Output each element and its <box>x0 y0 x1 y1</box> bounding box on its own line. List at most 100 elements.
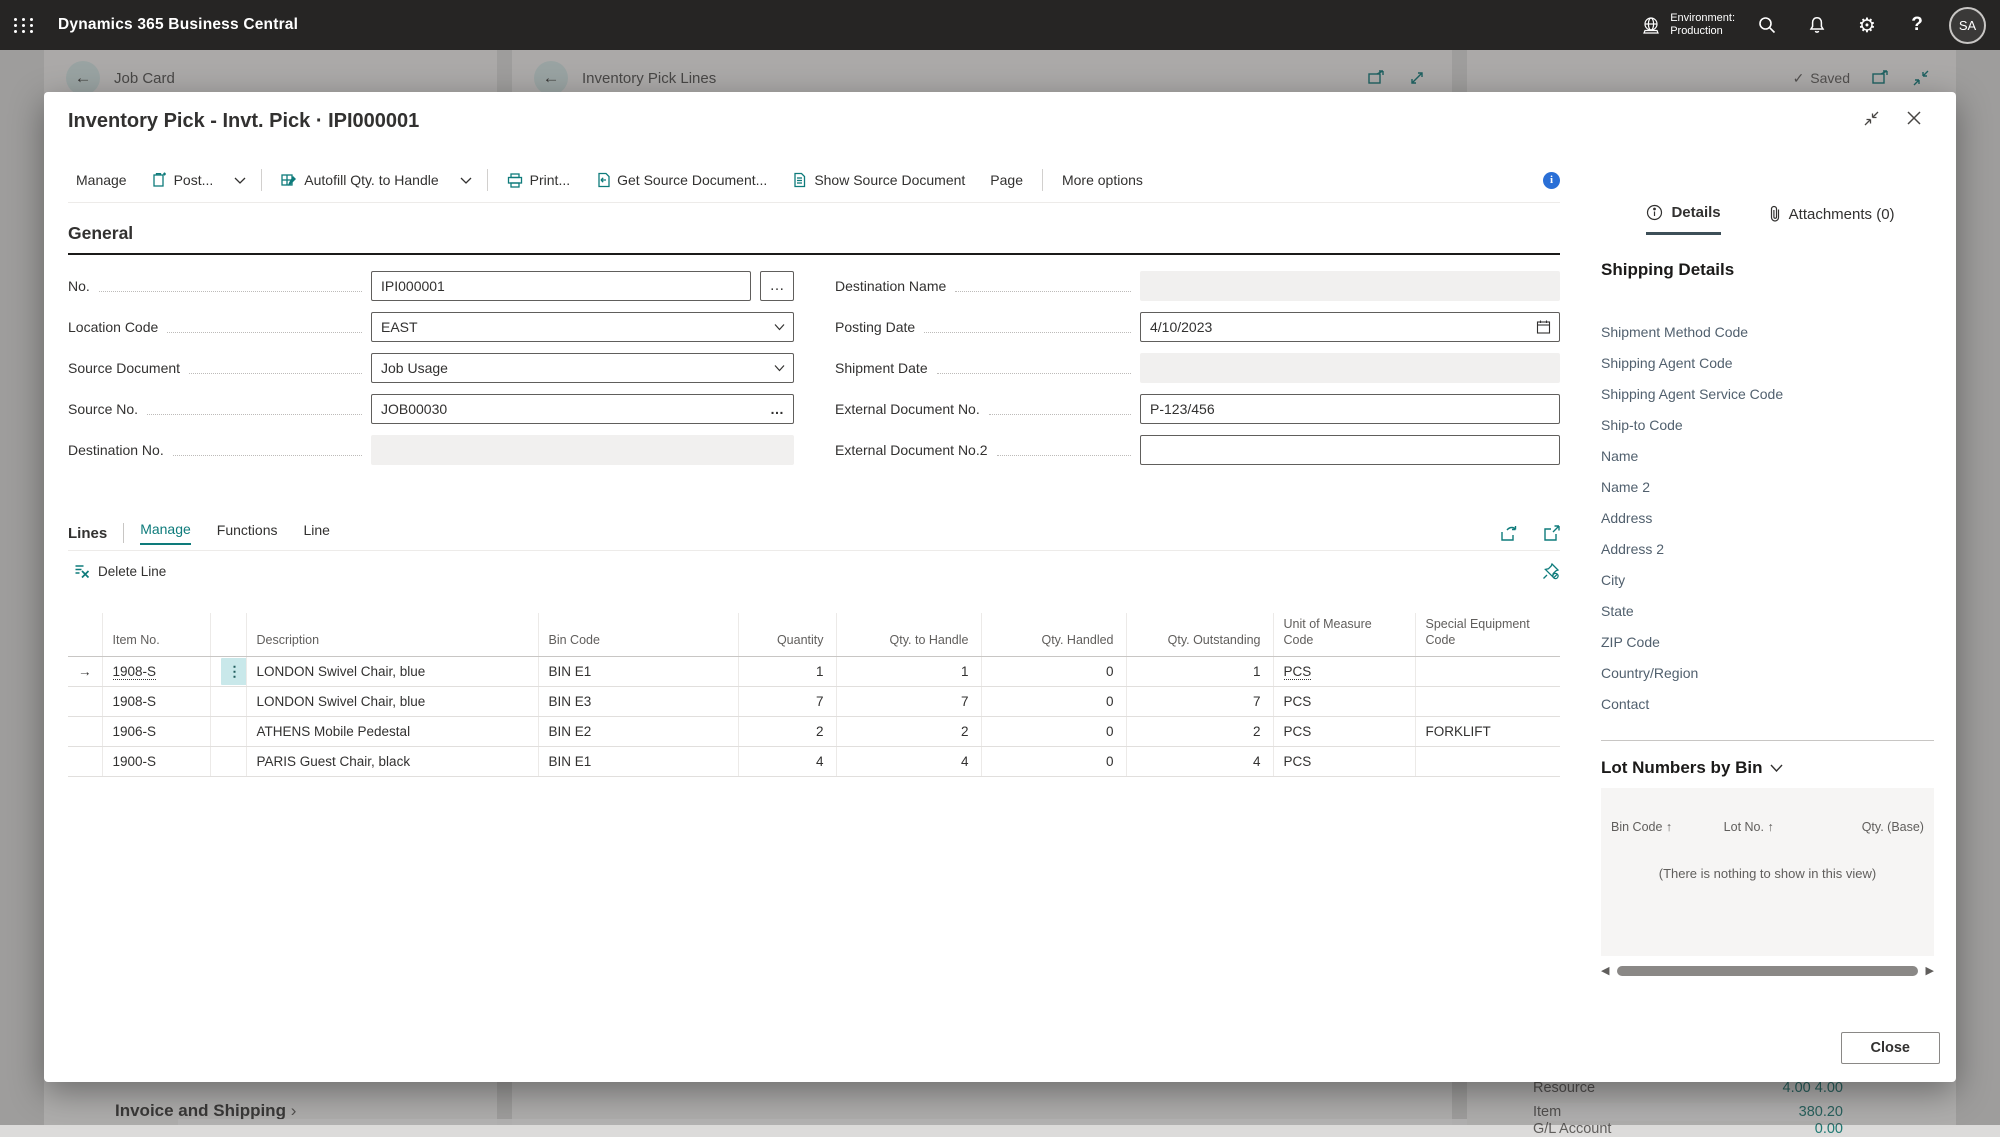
source-document-dropdown-icon[interactable] <box>774 365 785 372</box>
cell-special-equipment[interactable]: FORKLIFT <box>1414 716 1560 748</box>
cell-bin-code[interactable]: BIN E1 <box>537 746 738 778</box>
cell-uom[interactable]: PCS <box>1272 686 1415 718</box>
post-button[interactable]: Post... <box>144 167 222 193</box>
scroll-left-icon[interactable]: ◀ <box>1601 964 1609 977</box>
col-qty-handled[interactable]: Qty. Handled <box>980 613 1126 658</box>
cell-qty-handled[interactable]: 0 <box>980 716 1126 748</box>
autofill-split-chevron-icon[interactable] <box>456 172 476 189</box>
cell-qty-handled[interactable]: 0 <box>980 686 1126 718</box>
cell-uom[interactable]: PCS <box>1272 656 1415 688</box>
col-quantity[interactable]: Quantity <box>737 613 836 658</box>
cell-qty-handled[interactable]: 0 <box>980 746 1126 778</box>
info-icon[interactable]: i <box>1543 171 1560 189</box>
close-dialog-icon[interactable] <box>1906 110 1922 127</box>
col-bin-code[interactable]: Bin Code <box>537 613 738 658</box>
lot-col-qty-base[interactable]: Qty. (Base) <box>1830 820 1924 834</box>
cell-uom[interactable]: PCS <box>1272 716 1415 748</box>
close-button[interactable]: Close <box>1840 1032 1940 1064</box>
help-icon[interactable]: ? <box>1899 7 1935 43</box>
posting-date-field[interactable] <box>1140 312 1560 342</box>
cell-quantity[interactable]: 2 <box>737 716 836 748</box>
more-options-button[interactable]: More options <box>1054 167 1151 193</box>
col-unit-of-measure[interactable]: Unit of Measure Code <box>1272 613 1415 658</box>
manage-menu-button[interactable]: Manage <box>68 167 135 193</box>
cell-description[interactable]: PARIS Guest Chair, black <box>245 746 538 778</box>
cell-bin-code[interactable]: BIN E1 <box>537 656 738 688</box>
calendar-icon[interactable] <box>1536 320 1551 335</box>
post-split-chevron-icon[interactable] <box>230 172 250 189</box>
cell-item-no[interactable]: 1908-S <box>101 656 210 688</box>
cell-qty-to-handle[interactable]: 2 <box>835 716 981 748</box>
cell-special-equipment[interactable] <box>1414 746 1560 778</box>
avatar[interactable]: SA <box>1949 6 1986 44</box>
cell-row-selector[interactable] <box>68 716 102 748</box>
cell-qty-to-handle[interactable]: 1 <box>835 656 981 688</box>
cell-row-menu[interactable] <box>209 746 246 778</box>
cell-special-equipment[interactable] <box>1414 656 1560 688</box>
cell-row-menu[interactable]: ⋮ <box>209 656 246 688</box>
cell-bin-code[interactable]: BIN E2 <box>537 716 738 748</box>
col-special-equipment[interactable]: Special Equipment Code <box>1414 613 1560 658</box>
cell-row-selector[interactable] <box>68 746 102 778</box>
cell-bin-code[interactable]: BIN E3 <box>537 686 738 718</box>
cell-item-no[interactable]: 1906-S <box>101 716 210 748</box>
unpin-pane-icon[interactable] <box>1542 562 1560 580</box>
col-description[interactable]: Description <box>245 613 538 658</box>
settings-gear-icon[interactable]: ⚙ <box>1849 7 1885 43</box>
location-code-field[interactable] <box>371 312 794 342</box>
cell-uom[interactable]: PCS <box>1272 746 1415 778</box>
row-menu-button[interactable]: ⋮ <box>220 658 246 686</box>
cell-quantity[interactable]: 7 <box>737 686 836 718</box>
cell-qty-outstanding[interactable]: 1 <box>1125 656 1273 688</box>
col-qty-outstanding[interactable]: Qty. Outstanding <box>1125 613 1273 658</box>
cell-qty-outstanding[interactable]: 4 <box>1125 746 1273 778</box>
print-button[interactable]: Print... <box>499 167 578 193</box>
lines-tab-line[interactable]: Line <box>303 522 329 544</box>
cell-qty-to-handle[interactable]: 7 <box>835 686 981 718</box>
cell-qty-handled[interactable]: 0 <box>980 656 1126 688</box>
cell-special-equipment[interactable] <box>1414 686 1560 718</box>
source-no-field[interactable] <box>371 394 794 424</box>
col-qty-to-handle[interactable]: Qty. to Handle <box>835 613 981 658</box>
get-source-document-button[interactable]: Get Source Document... <box>587 167 775 193</box>
cell-item-no[interactable]: 1908-S <box>101 686 210 718</box>
cell-description[interactable]: LONDON Swivel Chair, blue <box>245 686 538 718</box>
cell-qty-to-handle[interactable]: 4 <box>835 746 981 778</box>
search-icon[interactable] <box>1749 7 1785 43</box>
source-document-field[interactable] <box>371 353 794 383</box>
cell-quantity[interactable]: 1 <box>737 656 836 688</box>
environment-switcher[interactable]: Environment: Production <box>1640 12 1735 38</box>
lot-numbers-by-bin-heading[interactable]: Lot Numbers by Bin <box>1601 758 1783 778</box>
tab-attachments[interactable]: Attachments (0) <box>1769 204 1895 235</box>
scroll-right-icon[interactable]: ▶ <box>1926 964 1934 977</box>
app-launcher-waffle-icon[interactable] <box>0 0 48 50</box>
cell-row-selector[interactable] <box>68 686 102 718</box>
notifications-bell-icon[interactable] <box>1799 7 1835 43</box>
lot-col-bin-code[interactable]: Bin Code ↑ <box>1611 820 1724 834</box>
horizontal-scrollbar[interactable] <box>1617 965 1918 976</box>
col-item-no[interactable]: Item No. <box>101 613 210 658</box>
cell-description[interactable]: LONDON Swivel Chair, blue <box>245 656 538 688</box>
open-lines-in-new-window-icon[interactable] <box>1543 524 1560 542</box>
page-menu-button[interactable]: Page <box>982 167 1031 193</box>
no-field[interactable] <box>371 271 751 301</box>
app-title[interactable]: Dynamics 365 Business Central <box>58 16 298 34</box>
cell-qty-outstanding[interactable]: 7 <box>1125 686 1273 718</box>
lot-col-lot-no[interactable]: Lot No. ↑ <box>1724 820 1830 834</box>
cell-quantity[interactable]: 4 <box>737 746 836 778</box>
cell-item-no[interactable]: 1900-S <box>101 746 210 778</box>
location-code-dropdown-icon[interactable] <box>774 324 785 331</box>
cell-row-selector[interactable]: → <box>68 656 102 688</box>
tab-details[interactable]: Details <box>1646 204 1721 235</box>
lines-tab-manage[interactable]: Manage <box>140 521 191 545</box>
cell-row-menu[interactable] <box>209 716 246 748</box>
no-assist-edit-button[interactable]: … <box>760 271 794 301</box>
general-section-heading[interactable]: General <box>68 223 1560 255</box>
lines-tab-functions[interactable]: Functions <box>217 522 278 544</box>
share-lines-icon[interactable] <box>1500 525 1519 542</box>
cell-qty-outstanding[interactable]: 2 <box>1125 716 1273 748</box>
show-source-document-button[interactable]: Show Source Document <box>784 167 973 193</box>
source-no-lookup-icon[interactable]: … <box>770 401 785 417</box>
external-document-no-field[interactable] <box>1140 394 1560 424</box>
cell-description[interactable]: ATHENS Mobile Pedestal <box>245 716 538 748</box>
